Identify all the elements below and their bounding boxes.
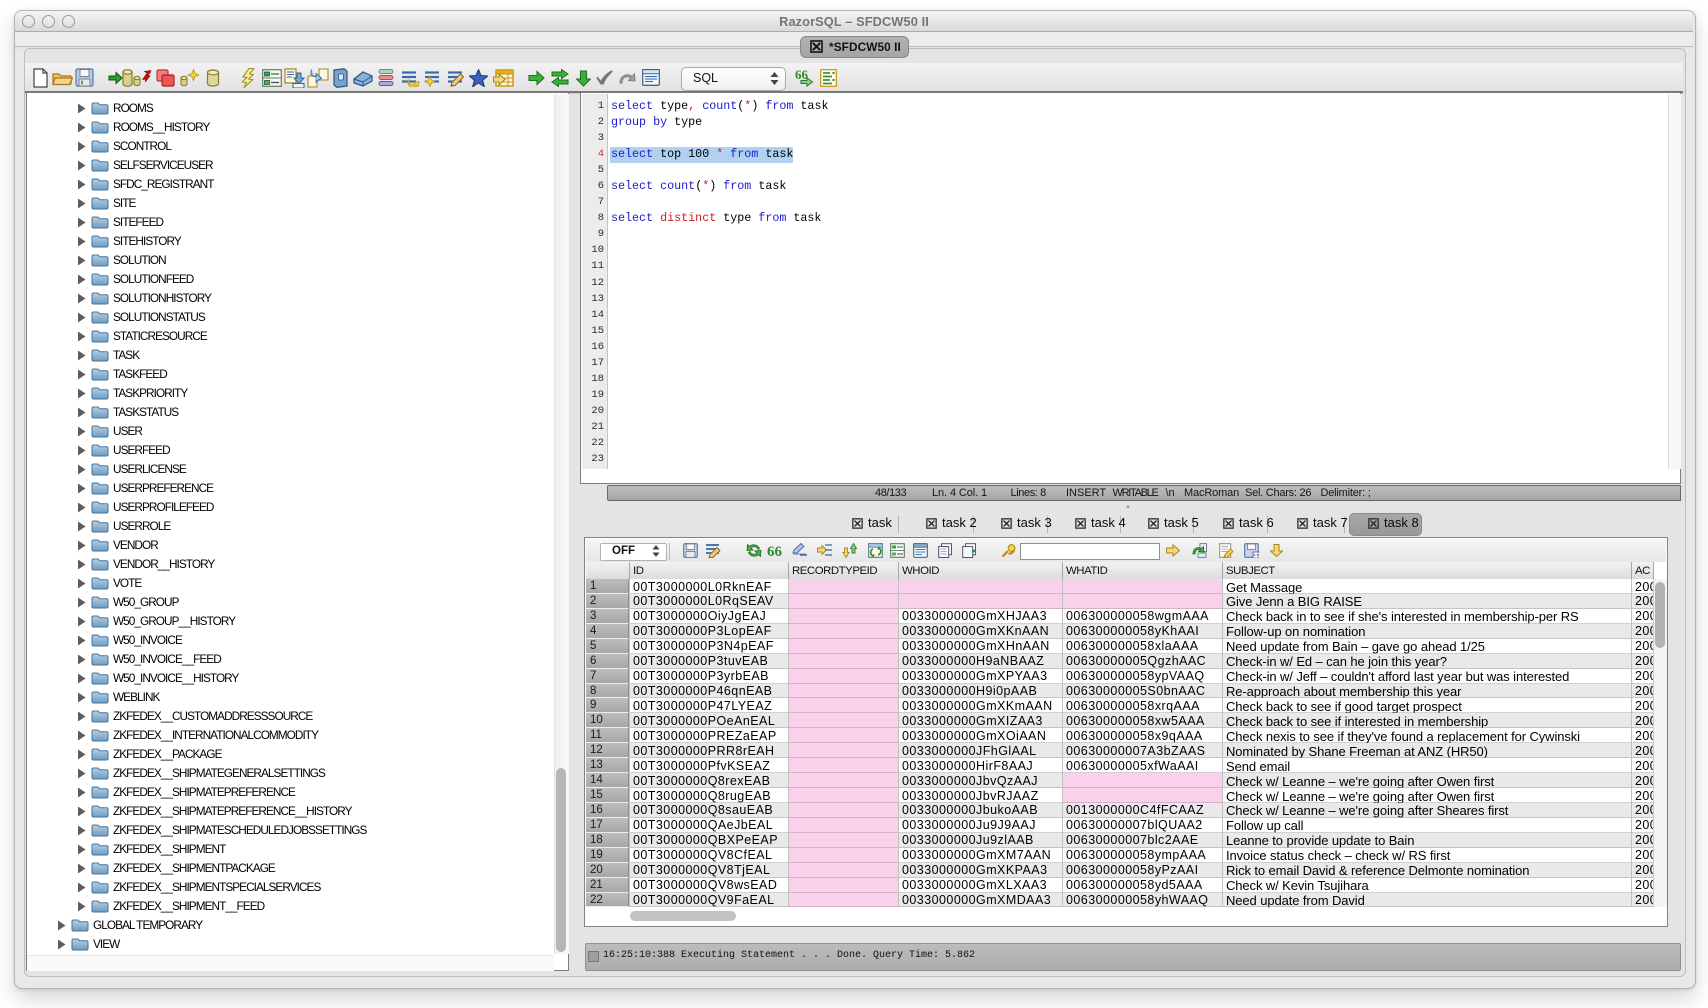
svg-text:66: 66 [767,544,783,557]
